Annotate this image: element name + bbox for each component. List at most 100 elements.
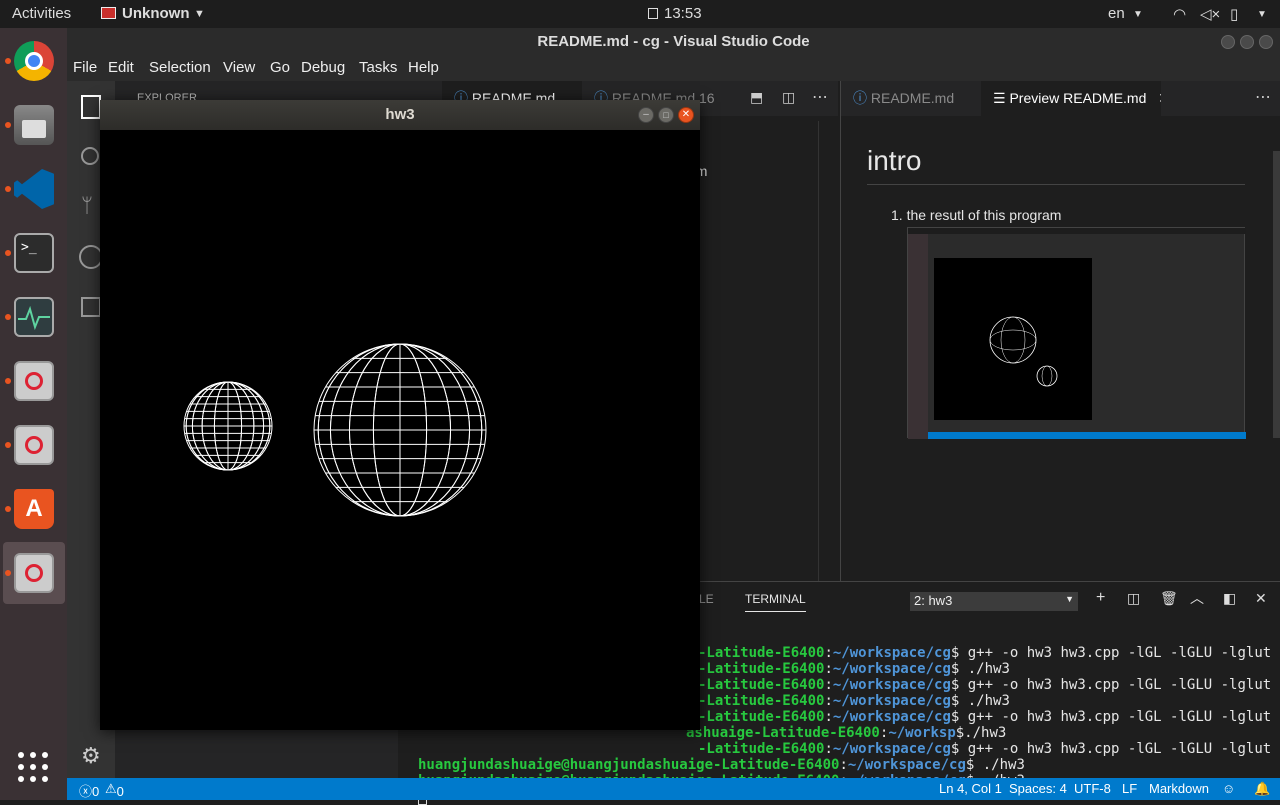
volume-mute-icon[interactable]: ◁×	[1200, 5, 1220, 23]
vscode-icon	[14, 169, 54, 209]
activities-button[interactable]: Activities	[12, 5, 71, 22]
preview-scrollbar[interactable]	[1273, 151, 1280, 438]
dock-item-unknown-1[interactable]	[3, 350, 65, 412]
preview-icon: ☰	[993, 90, 1006, 106]
terminal-line: -Latitude-E6400:~/workspace/cg$ ./hw3	[698, 661, 1010, 677]
menu-edit[interactable]: Edit	[108, 59, 134, 76]
split-editor-icon[interactable]: ◫	[782, 89, 795, 106]
clock[interactable]: 13:53	[664, 5, 702, 22]
more-actions-icon[interactable]: ⋯	[812, 87, 828, 107]
toggle-panel-icon[interactable]: ◧	[1223, 590, 1236, 607]
large-wireframe-sphere	[313, 343, 487, 517]
terminal-line: -Latitude-E6400:~/workspace/cg$ g++ -o h…	[698, 741, 1272, 757]
dock-item-system-monitor[interactable]	[3, 286, 65, 348]
info-icon: ⓘ	[853, 90, 867, 106]
wifi-icon[interactable]: ◠	[1173, 5, 1186, 23]
dock: >_ A	[0, 28, 67, 800]
minimize-icon[interactable]	[1221, 35, 1235, 49]
search-icon[interactable]	[81, 147, 99, 165]
preview-heading: intro	[867, 145, 922, 176]
maximize-icon[interactable]: □	[658, 107, 674, 123]
chevron-down-icon: ▼	[1133, 9, 1143, 20]
active-tab-underline	[745, 611, 806, 612]
warnings-indicator[interactable]: ⚠ 0	[105, 781, 124, 799]
software-center-icon: A	[14, 489, 54, 529]
close-panel-icon[interactable]: ✕	[1255, 590, 1267, 607]
close-icon[interactable]	[1259, 35, 1273, 49]
calendar-icon	[648, 8, 658, 19]
open-preview-icon[interactable]: ⬒	[750, 89, 763, 106]
new-terminal-icon[interactable]: +	[1096, 589, 1105, 607]
show-applications-icon[interactable]	[16, 750, 50, 784]
status-bar: ⓧ 0 ⚠ 0 Ln 4, Col 1 Spaces: 4 UTF-8 LF M…	[67, 778, 1280, 800]
explorer-icon[interactable]	[81, 95, 101, 119]
encoding[interactable]: UTF-8	[1074, 781, 1111, 796]
terminal-icon: >_	[14, 233, 54, 273]
tab-readme-right[interactable]: ⓘ README.md	[841, 81, 981, 116]
dock-item-chrome[interactable]	[3, 30, 65, 92]
menu-bar: File Edit Selection View Go Debug Tasks …	[67, 55, 1280, 81]
end-of-line[interactable]: LF	[1122, 781, 1137, 796]
extensions-icon[interactable]	[81, 297, 101, 317]
hw3-title: hw3	[100, 100, 700, 130]
list-item: 1. the resutl of this program	[891, 207, 1062, 223]
hw3-window: hw3 – □ ✕	[100, 100, 700, 730]
top-bar: Activities Unknown ▼ 13:53 en ▼ ◠ ◁× ▯ ▼	[0, 0, 1280, 28]
language-indicator[interactable]: en	[1108, 5, 1125, 22]
indentation[interactable]: Spaces: 4	[1009, 781, 1067, 796]
dock-item-terminal[interactable]: >_	[3, 222, 65, 284]
preview-tabs: ⓘ README.md ☰ Preview README.md ✕ ⋯	[841, 81, 1280, 116]
minimize-icon[interactable]: –	[638, 107, 654, 123]
panel-tab-console[interactable]: LE	[699, 592, 714, 606]
terminal-line: -Latitude-E6400:~/workspace/cg$ g++ -o h…	[698, 709, 1272, 725]
trash-icon[interactable]: 🗑	[1160, 590, 1178, 607]
tab-preview-readme[interactable]: ☰ Preview README.md ✕	[981, 81, 1161, 116]
terminal-select[interactable]: 2: hw3 ▼	[910, 592, 1078, 611]
battery-icon[interactable]: ▯	[1230, 5, 1238, 23]
terminal-line: huangjundashuaige@huangjundashuaige-Lati…	[418, 757, 1025, 773]
language-mode[interactable]: Markdown	[1149, 781, 1209, 796]
menu-selection[interactable]: Selection	[149, 59, 211, 76]
menu-go[interactable]: Go	[270, 59, 290, 76]
chevron-down-icon: ▼	[194, 8, 205, 20]
markdown-preview-group: ⓘ README.md ☰ Preview README.md ✕ ⋯ intr…	[840, 81, 1280, 581]
result-screenshot-image	[907, 227, 1246, 439]
feedback-icon[interactable]: ☺	[1222, 781, 1235, 796]
gear-icon[interactable]: ⚙	[81, 743, 101, 769]
dock-item-unknown-2[interactable]	[3, 414, 65, 476]
more-actions-icon[interactable]: ⋯	[1255, 87, 1271, 107]
small-wireframe-sphere	[183, 381, 273, 471]
chevron-down-icon: ▼	[1065, 594, 1074, 604]
close-icon[interactable]: ✕	[1158, 90, 1161, 106]
maximize-icon[interactable]	[1240, 35, 1254, 49]
dock-item-software-center[interactable]: A	[3, 478, 65, 540]
minimap[interactable]	[818, 121, 826, 581]
dock-item-files[interactable]	[3, 94, 65, 156]
app-menu[interactable]: Unknown	[122, 5, 190, 22]
app-menu-icon	[101, 7, 116, 19]
cursor-position[interactable]: Ln 4, Col 1	[939, 781, 1002, 796]
terminal-line: -Latitude-E6400:~/workspace/cg$ g++ -o h…	[698, 645, 1272, 661]
system-monitor-icon	[14, 297, 54, 337]
source-control-icon[interactable]: ᛘ	[81, 195, 101, 219]
panel-tab-terminal[interactable]: TERMINAL	[745, 592, 806, 606]
window-title: README.md - cg - Visual Studio Code	[67, 28, 1280, 55]
close-icon[interactable]: ✕	[678, 107, 694, 123]
menu-debug[interactable]: Debug	[301, 59, 345, 76]
system-menu-chevron-icon[interactable]: ▼	[1257, 9, 1267, 20]
menu-tasks[interactable]: Tasks	[359, 59, 397, 76]
terminal-line: -Latitude-E6400:~/workspace/cg$ g++ -o h…	[698, 677, 1272, 693]
menu-help[interactable]: Help	[408, 59, 439, 76]
terminal-line: ashuaige-Latitude-E6400:~/worksp$./hw3	[686, 725, 1007, 741]
bell-icon[interactable]: 🔔	[1254, 781, 1270, 797]
chevron-up-icon[interactable]: ︿	[1190, 588, 1204, 608]
menu-view[interactable]: View	[223, 59, 255, 76]
dock-item-unknown-3[interactable]	[3, 542, 65, 604]
gl-canvas[interactable]	[100, 130, 700, 730]
menu-file[interactable]: File	[73, 59, 97, 76]
dock-item-vscode[interactable]	[3, 158, 65, 220]
heading-divider	[867, 184, 1245, 185]
errors-indicator[interactable]: ⓧ 0	[79, 781, 99, 800]
split-terminal-icon[interactable]: ◫	[1127, 590, 1140, 607]
terminal-line: -Latitude-E6400:~/workspace/cg$ ./hw3	[698, 693, 1010, 709]
